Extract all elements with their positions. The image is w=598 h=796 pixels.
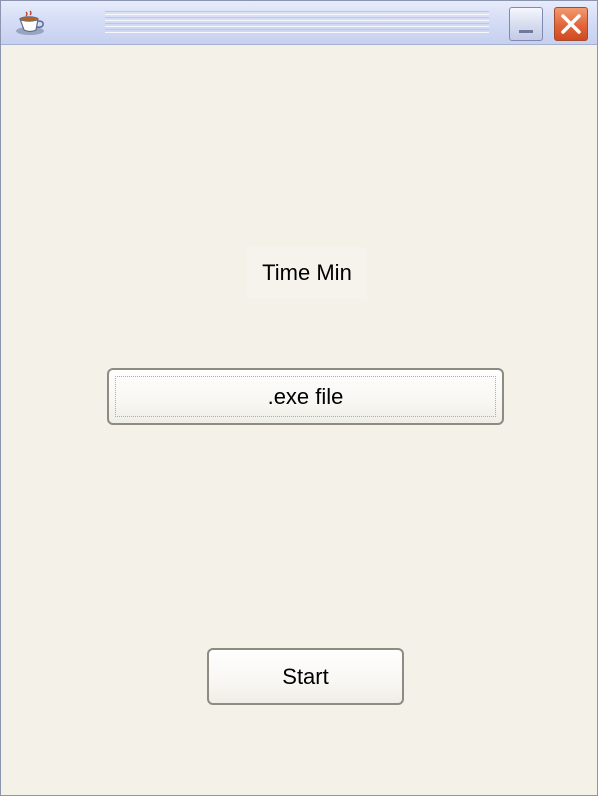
app-window: Time Min .exe file Start bbox=[0, 0, 598, 796]
start-button[interactable]: Start bbox=[207, 648, 404, 705]
coffee-cup-icon[interactable] bbox=[13, 9, 47, 37]
minimize-button[interactable] bbox=[509, 7, 543, 41]
time-min-label: Time Min bbox=[247, 247, 367, 299]
start-button-label: Start bbox=[282, 663, 329, 689]
exe-file-button-label: .exe file bbox=[267, 383, 344, 409]
close-icon bbox=[561, 14, 581, 34]
title-grip bbox=[105, 11, 489, 35]
exe-file-button[interactable]: .exe file bbox=[107, 368, 504, 425]
close-button[interactable] bbox=[554, 7, 588, 41]
title-bar[interactable] bbox=[1, 1, 597, 45]
minimize-icon bbox=[519, 30, 533, 33]
